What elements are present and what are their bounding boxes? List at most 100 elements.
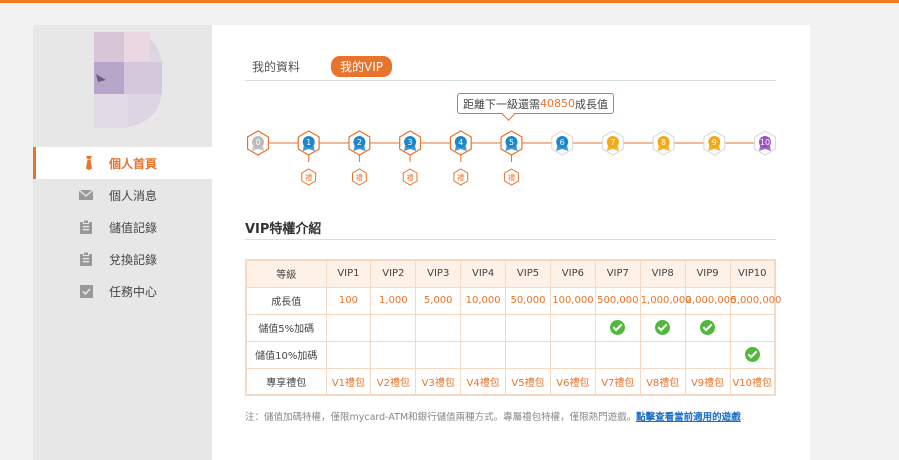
table-cell xyxy=(370,340,417,369)
package-link[interactable]: V8禮包 xyxy=(639,367,686,396)
top-accent-bar xyxy=(0,0,899,3)
svg-text:禮: 禮 xyxy=(407,173,414,182)
sidebar-item-2[interactable]: 儲值記錄 xyxy=(33,211,212,243)
table-row-growth: 成長值 100 1,000 5,000 10,000 50,000 100,000 500,0… xyxy=(245,286,781,315)
vip-level-7-badge: 7 xyxy=(601,130,624,156)
tab-bar: 我的資料 我的VIP xyxy=(245,56,776,81)
package-link[interactable]: V2禮包 xyxy=(370,367,417,396)
checkbox-icon xyxy=(79,284,93,298)
package-link[interactable]: V9禮包 xyxy=(684,367,731,396)
table-cell xyxy=(460,313,507,342)
gift-badge-icon[interactable]: 禮 xyxy=(352,168,367,186)
vip-level-8-badge: 8 xyxy=(652,130,675,156)
avatar xyxy=(94,32,162,128)
table-cell xyxy=(325,340,372,369)
table-cell xyxy=(415,340,462,369)
table-cell xyxy=(594,340,641,369)
table-cell xyxy=(729,313,776,342)
svg-text:禮: 禮 xyxy=(457,173,464,182)
table-cell xyxy=(505,313,551,342)
table-row-packages: 專享禮包 V1禮包 V2禮包 V3禮包 V4禮包 V5禮包 V6禮包 V7禮包 V8禮包 V9禮包… xyxy=(245,367,776,396)
growth-value: 1,000,000 xyxy=(639,286,692,315)
package-link[interactable]: V4禮包 xyxy=(460,367,507,396)
table-cell xyxy=(639,313,686,342)
column-header: VIP4 xyxy=(460,259,507,288)
level-number: 10 xyxy=(760,138,770,147)
table-cell xyxy=(505,340,551,369)
sidebar-item-3[interactable]: 兌換記錄 xyxy=(33,243,212,275)
growth-value: 2,000,000 xyxy=(684,286,737,315)
vip-level-2-badge: 2禮 xyxy=(348,130,371,186)
table-cell xyxy=(549,340,596,369)
check-icon xyxy=(744,347,760,362)
applicable-games-link[interactable]: 點擊查看當前適用的遊戲 xyxy=(636,412,741,423)
package-link[interactable]: V3禮包 xyxy=(415,367,462,396)
vip-privilege-table: 等級 VIP1 VIP2 VIP3 VIP4 VIP5 VIP6 VIP7 VIP8 VIP9 VI… xyxy=(245,259,781,396)
column-header: VIP6 xyxy=(549,259,596,288)
vip-level-10-badge: 10 xyxy=(754,130,777,156)
progress-value: 40850 xyxy=(540,97,575,110)
package-link[interactable]: V7禮包 xyxy=(594,367,641,396)
level-number: 6 xyxy=(560,138,565,147)
column-header: VIP5 xyxy=(505,259,551,288)
tab-1[interactable]: 我的VIP xyxy=(331,56,393,77)
vip-level-9-badge: 9 xyxy=(703,130,726,156)
level-number: 1 xyxy=(306,138,311,147)
package-link[interactable]: V6禮包 xyxy=(549,367,596,396)
section-title: VIP特權介紹 xyxy=(245,218,776,240)
column-header: VIP8 xyxy=(639,259,686,288)
level-number: 0 xyxy=(255,138,260,147)
table-cell xyxy=(460,340,507,369)
gift-badge-icon[interactable]: 禮 xyxy=(301,168,317,186)
tab-0[interactable]: 我的資料 xyxy=(245,56,307,77)
growth-value: 5,000 xyxy=(415,286,462,315)
table-cell xyxy=(729,340,776,369)
column-header: VIP10 xyxy=(729,259,776,288)
sidebar-item-label: 個人首頁 xyxy=(109,156,158,171)
main-panel: 我的資料 我的VIP 距離下一級還需 40850 成長值 01禮2禮3禮4禮5禮678… xyxy=(212,25,810,460)
package-link[interactable]: V1禮包 xyxy=(325,367,372,396)
sidebar-item-label: 儲值記錄 xyxy=(109,220,158,235)
vip-level-track: 0 1 禮 2 禮 3 禮 4 禮 5 禮 6 7 8 9 10 xyxy=(245,129,777,189)
table-cell xyxy=(594,313,641,342)
table-row-bonus5: 儲值5%加碼 xyxy=(245,313,776,342)
progress-prefix: 距離下一級還需 xyxy=(463,97,540,111)
sidebar-item-label: 個人消息 xyxy=(109,188,158,203)
column-header: VIP7 xyxy=(594,259,641,288)
package-link[interactable]: V10禮包 xyxy=(729,367,776,396)
column-header: 等級 xyxy=(245,259,327,288)
sidebar-item-0[interactable]: 個人首頁 xyxy=(33,147,212,179)
svg-text:禮: 禮 xyxy=(305,173,312,182)
level-number: 3 xyxy=(408,138,413,147)
gift-badge-icon[interactable]: 禮 xyxy=(504,168,519,186)
next-level-tooltip: 距離下一級還需 40850 成長值 xyxy=(457,93,614,114)
level-number: 2 xyxy=(357,138,362,147)
footnote: 注：儲值加碼特權，僅限mycard-ATM和銀行儲值兩種方式。專屬禮包特權，僅限… xyxy=(245,409,785,423)
check-icon xyxy=(700,320,716,335)
clipboard-icon xyxy=(79,252,93,266)
table-cell xyxy=(684,313,731,342)
progress-suffix: 成長值 xyxy=(575,97,608,111)
column-header: VIP2 xyxy=(370,259,417,288)
table-cell xyxy=(684,340,731,369)
vip-level-5-badge: 5禮 xyxy=(500,130,523,186)
check-icon xyxy=(655,320,671,335)
sidebar-item-4[interactable]: 任務中心 xyxy=(33,275,212,307)
package-link[interactable]: V5禮包 xyxy=(505,367,551,396)
sidebar-item-label: 兌換記錄 xyxy=(109,252,158,267)
column-header: VIP1 xyxy=(325,259,372,288)
sidebar-item-1[interactable]: 個人消息 xyxy=(33,179,212,211)
column-header: VIP9 xyxy=(684,259,731,288)
level-number: 9 xyxy=(712,138,717,147)
vip-level-6-badge: 6 xyxy=(551,130,574,156)
growth-value: 100,000 xyxy=(549,286,596,315)
table-cell xyxy=(549,313,596,342)
table-cell xyxy=(639,340,686,369)
vip-level-0-badge: 0 xyxy=(246,130,269,156)
growth-value: 50,000 xyxy=(505,286,551,315)
table-cell xyxy=(415,313,462,342)
gift-badge-icon[interactable]: 禮 xyxy=(453,168,469,186)
growth-value: 100 xyxy=(325,286,372,315)
gift-badge-icon[interactable]: 禮 xyxy=(402,168,418,186)
sidebar-item-label: 任務中心 xyxy=(109,284,158,299)
